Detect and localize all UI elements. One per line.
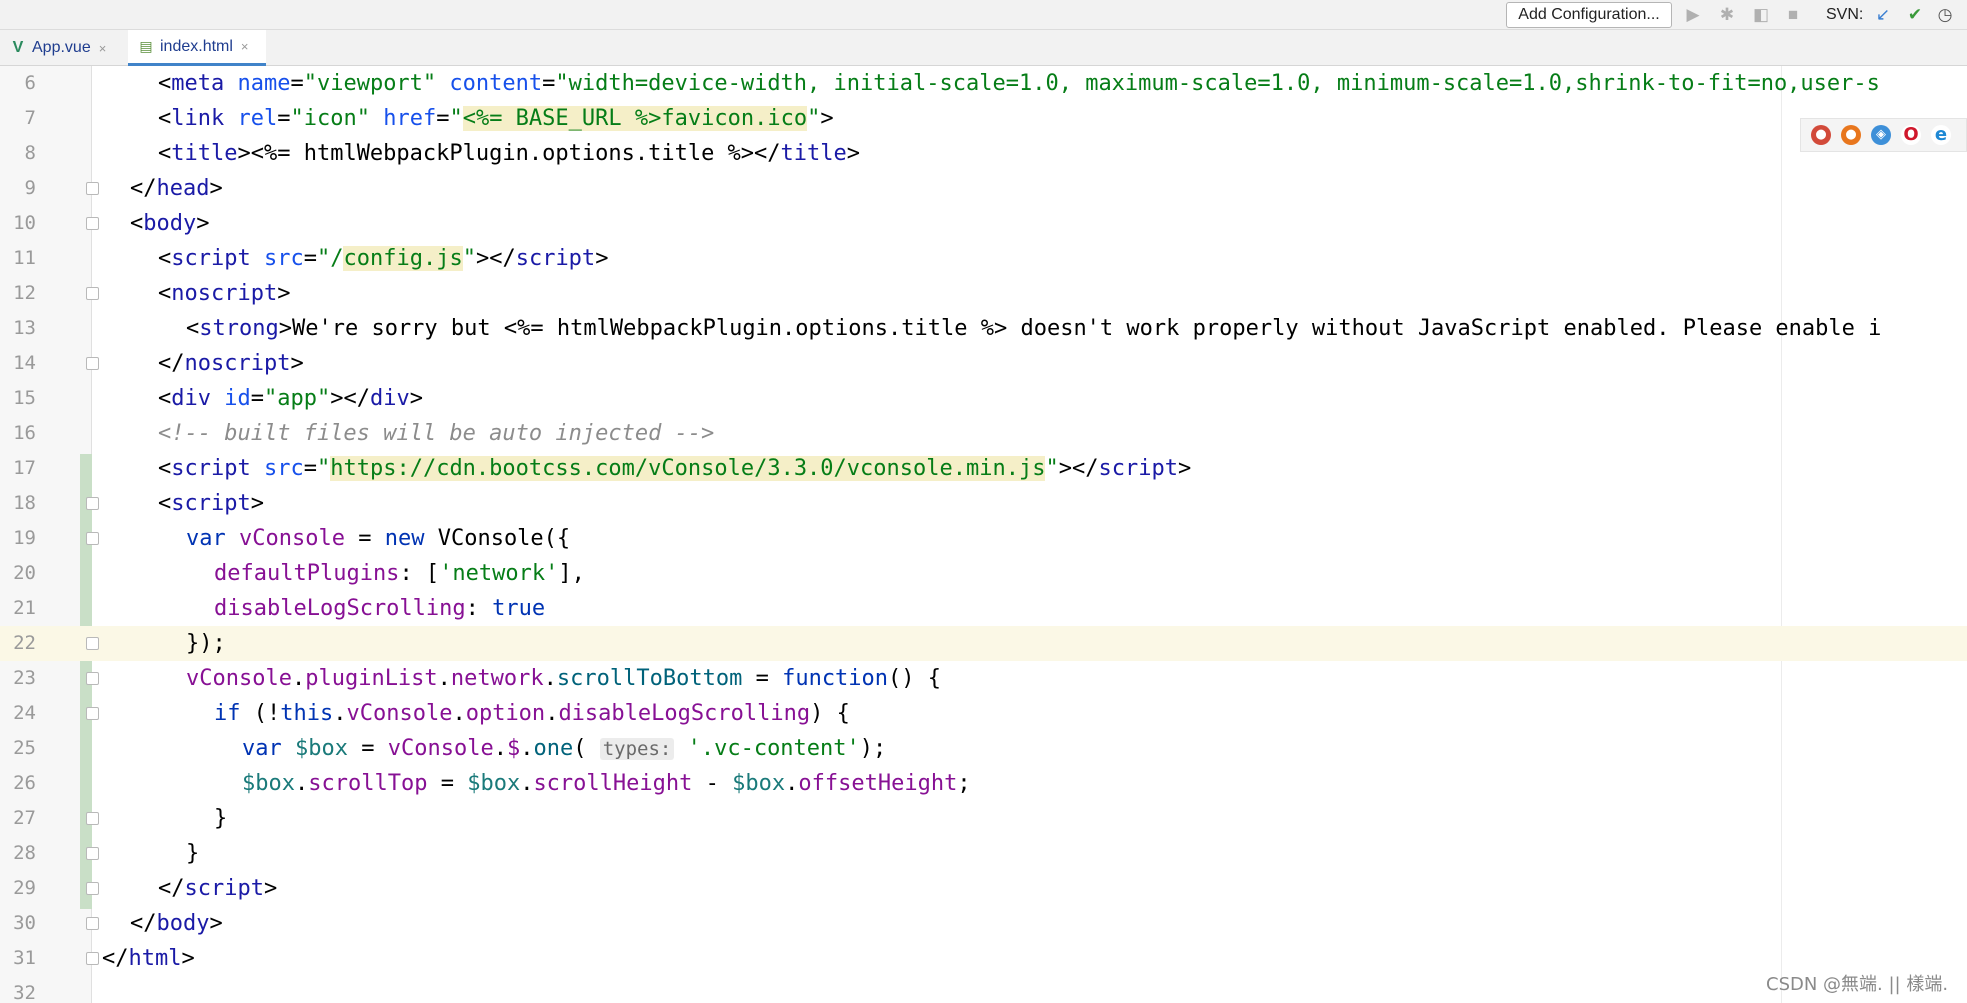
code-line[interactable]: 31 </html> xyxy=(0,941,1967,976)
code-line[interactable]: 18 <script> xyxy=(0,486,1967,521)
add-configuration-button[interactable]: Add Configuration... xyxy=(1506,2,1672,28)
fold-marker[interactable] xyxy=(86,952,99,965)
watermark: CSDN @無端. || 樣端. xyxy=(1766,974,1949,995)
code-line[interactable]: 28 } xyxy=(0,836,1967,871)
line-number: 31 xyxy=(13,947,36,969)
line-number: 10 xyxy=(13,212,36,234)
code-line-current[interactable]: 22 }); xyxy=(0,626,1967,661)
fold-marker[interactable] xyxy=(86,287,99,300)
chrome-icon[interactable]: ● xyxy=(1811,125,1831,145)
fold-marker[interactable] xyxy=(86,812,99,825)
code-line[interactable]: 19 var vConsole = new VConsole({ xyxy=(0,521,1967,556)
code-line[interactable]: 20 defaultPlugins: ['network'], xyxy=(0,556,1967,591)
line-number: 6 xyxy=(24,72,36,94)
code-line[interactable]: 30 </body> xyxy=(0,906,1967,941)
parameter-hint: types: xyxy=(599,738,675,760)
svn-update-icon[interactable]: ↙ xyxy=(1872,4,1894,26)
line-number: 19 xyxy=(13,527,36,549)
line-number: 17 xyxy=(13,457,36,479)
code-line[interactable]: 21 disableLogScrolling: true xyxy=(0,591,1967,626)
code-line[interactable]: 27 } xyxy=(0,801,1967,836)
coverage-icon[interactable]: ◧ xyxy=(1750,4,1772,26)
safari-icon[interactable]: ◈ xyxy=(1871,125,1891,145)
fold-marker[interactable] xyxy=(86,707,99,720)
debug-icon[interactable]: ✱ xyxy=(1716,4,1738,26)
code-line[interactable]: 6 <meta name="viewport" content="width=d… xyxy=(0,66,1967,101)
opera-icon[interactable]: O xyxy=(1901,125,1921,145)
run-icon[interactable]: ▶ xyxy=(1682,4,1704,26)
line-number: 23 xyxy=(13,667,36,689)
line-number: 13 xyxy=(13,317,36,339)
line-number: 25 xyxy=(13,737,36,759)
tab-index-html[interactable]: ▤ index.html × xyxy=(128,30,266,66)
code-line[interactable]: 14 </noscript> xyxy=(0,346,1967,381)
fold-marker[interactable] xyxy=(86,217,99,230)
fold-marker[interactable] xyxy=(86,497,99,510)
fold-marker[interactable] xyxy=(86,882,99,895)
code-editor[interactable]: 6 <meta name="viewport" content="width=d… xyxy=(0,66,1967,1003)
editor-tab-bar: V App.vue × ▤ index.html × xyxy=(0,30,1967,66)
line-number: 21 xyxy=(13,597,36,619)
code-line[interactable]: 26 $box.scrollTop = $box.scrollHeight - … xyxy=(0,766,1967,801)
code-line[interactable]: 8 <title><%= htmlWebpackPlugin.options.t… xyxy=(0,136,1967,171)
line-number: 18 xyxy=(13,492,36,514)
top-toolbar: Add Configuration... ▶ ✱ ◧ ■ SVN: ↙ ✔ ◷ xyxy=(0,0,1967,30)
tab-app-vue[interactable]: V App.vue × xyxy=(8,30,126,66)
line-number: 27 xyxy=(13,807,36,829)
fold-marker[interactable] xyxy=(86,672,99,685)
fold-marker[interactable] xyxy=(86,357,99,370)
tab-label: index.html xyxy=(160,37,233,55)
fold-marker[interactable] xyxy=(86,532,99,545)
line-number: 29 xyxy=(13,877,36,899)
fold-marker[interactable] xyxy=(86,847,99,860)
fold-marker[interactable] xyxy=(86,182,99,195)
code-line[interactable]: 17 <script src="https://cdn.bootcss.com/… xyxy=(0,451,1967,486)
fold-marker[interactable] xyxy=(86,917,99,930)
vue-icon: V xyxy=(12,39,24,56)
code-line[interactable]: 11 <script src="/config.js"></script> xyxy=(0,241,1967,276)
code-line[interactable]: 15 <div id="app"></div> xyxy=(0,381,1967,416)
browser-preview-bar: ● ● ◈ O e xyxy=(1800,118,1967,152)
code-line[interactable]: 16 <!-- built files will be auto injecte… xyxy=(0,416,1967,451)
line-number: 14 xyxy=(13,352,36,374)
tab-label: App.vue xyxy=(32,39,91,56)
ie-icon[interactable]: e xyxy=(1931,125,1951,145)
line-number: 22 xyxy=(13,632,36,654)
fold-marker[interactable] xyxy=(86,637,99,650)
line-number: 26 xyxy=(13,772,36,794)
line-number: 16 xyxy=(13,422,36,444)
line-number: 11 xyxy=(13,247,36,269)
line-number: 32 xyxy=(13,982,36,1003)
stop-icon[interactable]: ■ xyxy=(1782,4,1804,26)
close-icon[interactable]: × xyxy=(241,39,249,54)
line-number: 7 xyxy=(24,107,36,129)
line-number: 30 xyxy=(13,912,36,934)
history-icon[interactable]: ◷ xyxy=(1934,4,1956,26)
line-number: 15 xyxy=(13,387,36,409)
code-line[interactable]: 7 <link rel="icon" href="<%= BASE_URL %>… xyxy=(0,101,1967,136)
line-number: 9 xyxy=(24,177,36,199)
code-line[interactable]: 10 <body> xyxy=(0,206,1967,241)
code-line[interactable]: 9 </head> xyxy=(0,171,1967,206)
code-line[interactable]: 32 xyxy=(0,976,1967,1003)
firefox-icon[interactable]: ● xyxy=(1841,125,1861,145)
line-number: 20 xyxy=(13,562,36,584)
svn-label: SVN: xyxy=(1826,6,1864,23)
line-number: 12 xyxy=(13,282,36,304)
code-line[interactable]: 23 vConsole.pluginList.network.scrollToB… xyxy=(0,661,1967,696)
html-file-icon: ▤ xyxy=(139,38,153,54)
line-number: 28 xyxy=(13,842,36,864)
close-icon[interactable]: × xyxy=(99,41,107,56)
code-line[interactable]: 13 <strong>We're sorry but <%= htmlWebpa… xyxy=(0,311,1967,346)
code-line[interactable]: 25 var $box = vConsole.$.one( types: '.v… xyxy=(0,731,1967,766)
code-line[interactable]: 12 <noscript> xyxy=(0,276,1967,311)
line-number: 8 xyxy=(24,142,36,164)
code-line[interactable]: 24 if (!this.vConsole.option.disableLogS… xyxy=(0,696,1967,731)
svn-commit-icon[interactable]: ✔ xyxy=(1904,4,1926,26)
code-line[interactable]: 29 </script> xyxy=(0,871,1967,906)
line-number: 24 xyxy=(13,702,36,724)
